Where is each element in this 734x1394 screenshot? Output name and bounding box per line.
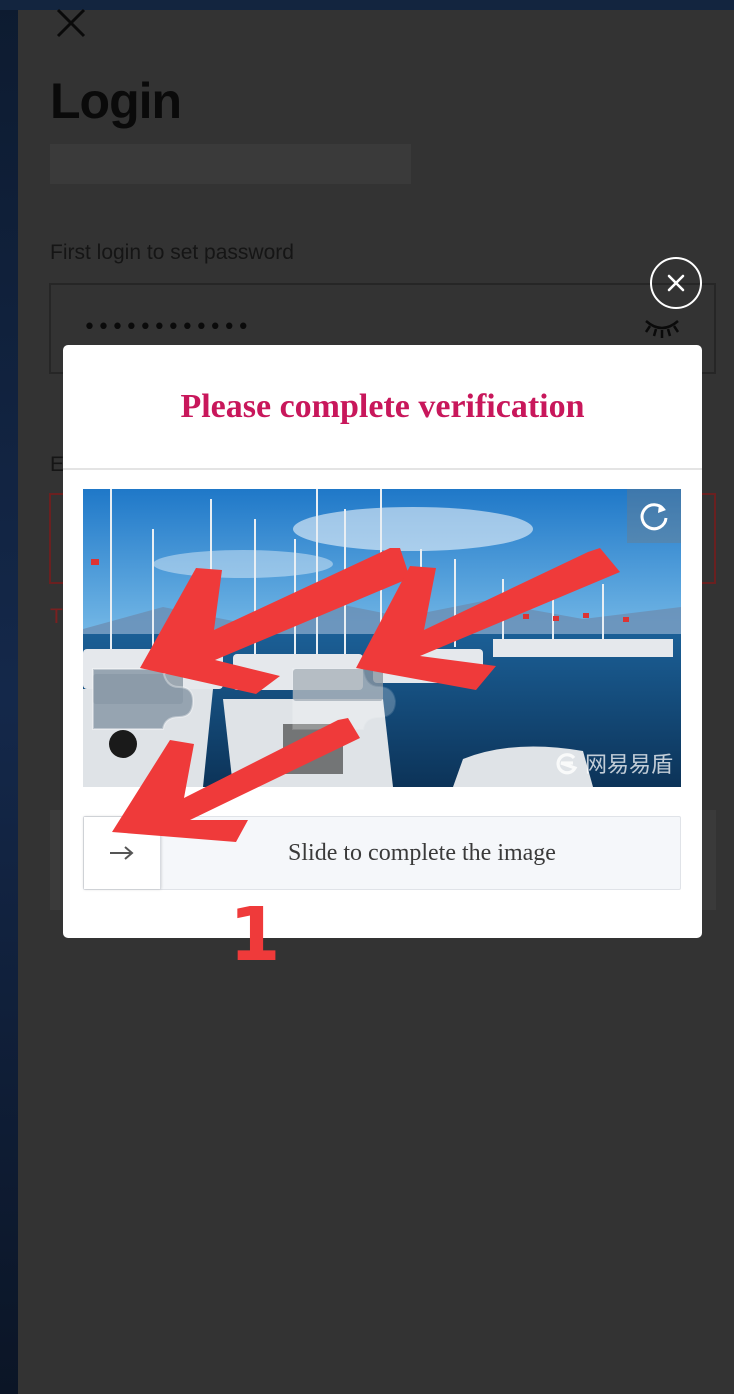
refresh-icon <box>640 503 668 531</box>
captcha-puzzle-image: 网易易盾 <box>83 489 681 787</box>
modal-divider <box>63 468 702 470</box>
subtitle-placeholder <box>50 144 411 184</box>
netease-shield-icon <box>556 753 578 775</box>
harbor-scene <box>83 489 681 787</box>
page-title: Login <box>50 73 182 129</box>
password-label: First login to set password <box>50 241 294 264</box>
watermark-text: 网易易盾 <box>584 753 673 778</box>
circle-close-icon <box>667 274 685 292</box>
password-value: •••••••••••• <box>83 315 251 340</box>
eye-closed-icon[interactable] <box>642 317 682 341</box>
close-icon <box>56 8 86 38</box>
email-label: E <box>50 453 65 476</box>
captcha-slider[interactable]: Slide to complete the image <box>83 816 681 890</box>
modal-close-button[interactable] <box>650 257 702 309</box>
background-top-strip <box>0 0 734 10</box>
annotation-step-number: 1 <box>229 892 281 978</box>
captcha-watermark: 网易易盾 <box>553 747 673 779</box>
background-left-strip <box>0 0 18 1394</box>
slider-handle[interactable] <box>84 817 161 889</box>
arrow-right-icon <box>110 846 134 860</box>
close-button[interactable] <box>52 6 92 40</box>
captcha-modal: Please complete verification 网易易盾 Slide … <box>63 345 702 938</box>
refresh-button[interactable] <box>627 489 681 543</box>
captcha-title: Please complete verification <box>180 387 585 425</box>
error-message: T <box>50 605 63 628</box>
slider-instruction: Slide to complete the image <box>288 839 556 866</box>
